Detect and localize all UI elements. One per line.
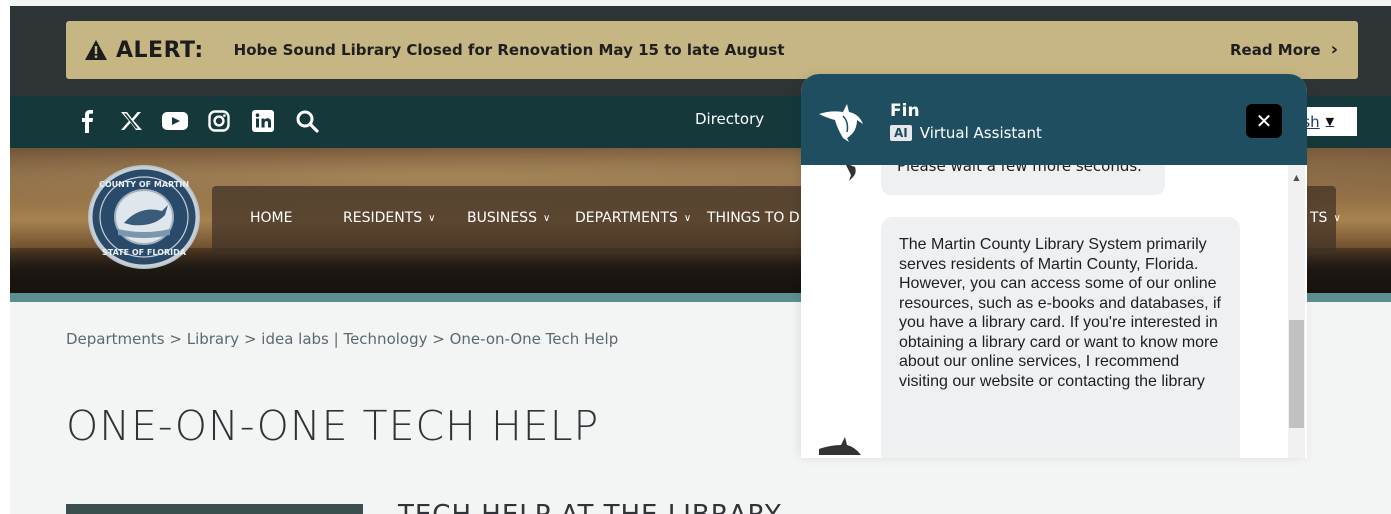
assistant-avatar-icon (846, 165, 856, 181)
nav-item-things-to-do[interactable]: THINGS TO D (707, 210, 800, 226)
nav-item-label: RESIDENTS (343, 210, 423, 226)
directory-link[interactable]: Directory (695, 110, 764, 128)
chevron-down-icon: ∨ (683, 212, 692, 224)
alert-banner: ALERT: Hobe Sound Library Closed for Ren… (66, 21, 1358, 79)
assistant-role-label: Virtual Assistant (919, 124, 1042, 142)
article-image (66, 504, 363, 514)
chat-scrollbar[interactable]: ▲ (1288, 165, 1305, 458)
nav-item-partial[interactable]: TS ∨ (1310, 210, 1341, 226)
alert-message[interactable]: Hobe Sound Library Closed for Renovation… (234, 41, 785, 59)
marlin-logo-icon (819, 104, 863, 142)
breadcrumb-separator: > (432, 330, 450, 348)
section-heading: TECH HELP AT THE LIBRARY (398, 500, 782, 514)
chevron-down-icon: ∨ (428, 212, 436, 224)
breadcrumb-separator: > (169, 330, 187, 348)
page: ALERT: Hobe Sound Library Closed for Ren… (10, 0, 1391, 514)
chat-messages[interactable]: Please wait a few more seconds. The Mart… (801, 165, 1307, 458)
nav-item-label: THINGS TO D (707, 210, 800, 226)
nav-item-residents[interactable]: RESIDENTS ∨ (343, 210, 467, 226)
alert-label: ALERT: (84, 38, 204, 63)
previous-message-text: Please wait a few more seconds. (897, 165, 1142, 175)
svg-text:STATE OF FLORIDA: STATE OF FLORIDA (102, 248, 187, 257)
chevron-down-icon: ∨ (1333, 212, 1341, 224)
scroll-up-arrow-icon[interactable]: ▲ (1288, 173, 1305, 185)
breadcrumb-library[interactable]: Library (187, 330, 239, 348)
youtube-icon[interactable] (162, 108, 188, 134)
linkedin-icon[interactable] (250, 108, 276, 134)
nav-item-label: DEPARTMENTS (575, 210, 678, 226)
breadcrumb-separator: > (243, 330, 262, 348)
nav-item-departments[interactable]: DEPARTMENTS ∨ (575, 210, 707, 226)
nav-item-label: HOME (250, 210, 293, 226)
assistant-name: Fin (890, 101, 920, 121)
nav-item-business[interactable]: BUSINESS ∨ (467, 210, 575, 226)
nav-item-home[interactable]: HOME (250, 210, 343, 226)
assistant-message-text: The Martin County Library System primari… (899, 236, 1221, 390)
chat-widget: Fin AI Virtual Assistant ✕ Please wait a… (801, 74, 1307, 458)
scrollbar-thumb[interactable] (1289, 320, 1304, 428)
assistant-avatar-icon (819, 437, 861, 455)
ai-badge: AI (890, 125, 912, 141)
breadcrumb-departments[interactable]: Departments (66, 330, 165, 348)
svg-text:COUNTY OF MARTIN: COUNTY OF MARTIN (99, 180, 189, 189)
page-title: ONE-ON-ONE TECH HELP (66, 402, 600, 450)
warning-icon (85, 40, 107, 60)
caret-down-icon: ▼ (1325, 115, 1335, 128)
close-chat-button[interactable]: ✕ (1246, 104, 1282, 138)
county-seal-logo[interactable]: COUNTY OF MARTIN STATE OF FLORIDA (88, 165, 200, 269)
breadcrumb-idea-labs[interactable]: idea labs | Technology (261, 330, 427, 348)
read-more-label: Read More (1229, 40, 1321, 59)
nav-item-label: BUSINESS (467, 210, 537, 226)
instagram-icon[interactable] (206, 108, 232, 134)
close-icon: ✕ (1255, 109, 1273, 133)
read-more-link[interactable]: Read More › (1230, 39, 1338, 60)
social-links (74, 108, 320, 134)
breadcrumb-current[interactable]: One-on-One Tech Help (450, 330, 619, 348)
breadcrumb: Departments > Library > idea labs | Tech… (66, 330, 618, 348)
x-icon[interactable] (118, 108, 144, 134)
nav-item-label: TS (1310, 210, 1328, 226)
assistant-message-bubble: The Martin County Library System primari… (881, 217, 1240, 458)
alert-label-text: ALERT: (116, 37, 204, 63)
search-icon[interactable] (294, 108, 320, 134)
main-nav: HOME RESIDENTS ∨ BUSINESS ∨ DEPARTMENTS … (250, 210, 800, 226)
chevron-down-icon: ∨ (542, 212, 551, 224)
chat-header: Fin AI Virtual Assistant ✕ (801, 74, 1307, 165)
chevron-right-icon: › (1330, 39, 1338, 60)
assistant-role: AI Virtual Assistant (890, 124, 1042, 142)
facebook-icon[interactable] (74, 108, 100, 134)
